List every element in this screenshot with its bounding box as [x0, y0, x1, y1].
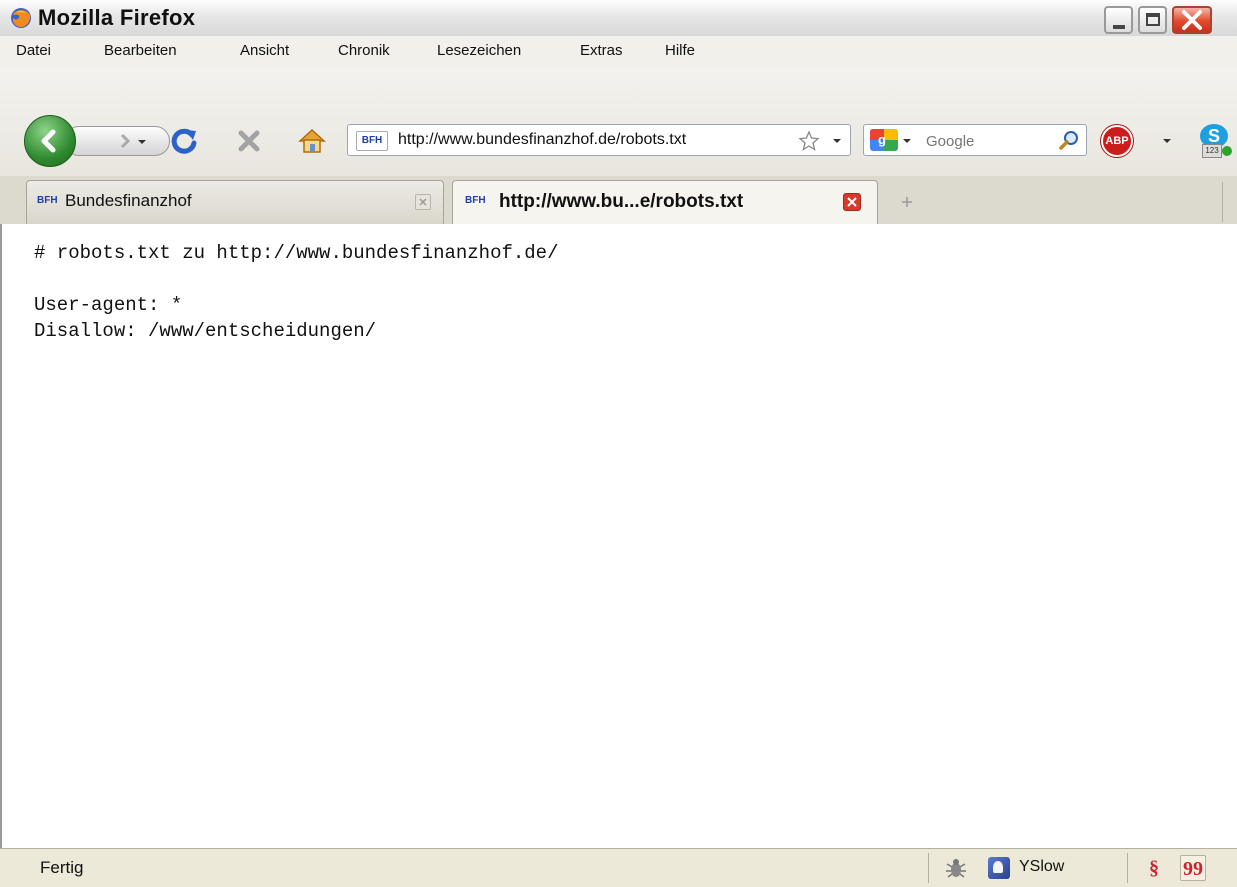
search-engine-dropdown-icon[interactable]	[902, 136, 912, 146]
text-line: # robots.txt zu http://www.bundesfinanzh…	[34, 242, 559, 264]
adblock-dropdown-icon[interactable]	[1162, 136, 1172, 146]
adblock-icon[interactable]: ABP	[1101, 125, 1133, 157]
home-icon[interactable]	[297, 127, 327, 155]
tab-bundesfinanzhof[interactable]: BFH Bundesfinanzhof	[26, 180, 444, 224]
window-title: Mozilla Firefox	[38, 5, 196, 30]
firebug-icon[interactable]	[944, 856, 968, 880]
title-bar[interactable]: Mozilla Firefox	[0, 0, 1237, 37]
skype-icon[interactable]: S 123	[1198, 124, 1232, 158]
search-icon[interactable]	[1058, 129, 1080, 151]
firefox-logo-icon	[11, 8, 31, 28]
bfh-favicon-icon: BFH	[465, 195, 486, 206]
stop-icon[interactable]	[235, 127, 263, 155]
close-icon	[1182, 10, 1202, 30]
menu-lesezeichen[interactable]: Lesezeichen	[437, 42, 521, 59]
tab-label: Bundesfinanzhof	[65, 191, 192, 210]
menu-hilfe[interactable]: Hilfe	[665, 42, 695, 59]
new-tab-icon	[902, 197, 912, 207]
maximize-button[interactable]	[1138, 6, 1167, 34]
status-divider	[1127, 853, 1128, 883]
text-line: Disallow: /www/entscheidungen/	[34, 320, 377, 342]
url-text[interactable]: http://www.bundesfinanzhof.de/robots.txt	[398, 131, 816, 149]
ssl-paragraph-icon[interactable]: §	[1149, 857, 1169, 879]
status-text: Fertig	[40, 858, 84, 877]
bfh-favicon-icon: BFH	[37, 195, 58, 206]
back-forward-group	[24, 115, 170, 167]
close-window-button[interactable]	[1172, 6, 1212, 34]
tab-label: http://www.bu...e/robots.txt	[499, 191, 744, 212]
tab-list-button[interactable]	[1222, 182, 1237, 222]
google-icon[interactable]: g	[870, 129, 898, 151]
navigation-toolbar	[0, 68, 1237, 176]
menu-bearbeiten[interactable]: Bearbeiten	[104, 42, 177, 59]
dropdown-icon[interactable]	[137, 137, 147, 147]
quote-icon[interactable]: 99	[1180, 855, 1206, 881]
new-tab-button[interactable]	[886, 182, 932, 222]
text-line: User-agent: *	[34, 294, 183, 316]
menu-datei[interactable]: Datei	[16, 42, 51, 59]
bfh-favicon-icon: BFH	[356, 131, 388, 151]
forward-icon	[120, 133, 131, 149]
status-divider	[928, 853, 929, 883]
url-dropdown-icon[interactable]	[832, 136, 842, 146]
menu-bar: Datei Bearbeiten Ansicht Chronik Lesezei…	[0, 36, 1237, 69]
yslow-icon[interactable]	[988, 857, 1010, 879]
status-bar: Fertig YSlow § 99	[0, 848, 1237, 887]
minimize-button[interactable]	[1104, 6, 1133, 34]
robots-txt-text: # robots.txt zu http://www.bundesfinanzh…	[34, 240, 559, 344]
forward-button[interactable]	[64, 126, 170, 156]
search-input[interactable]	[924, 130, 1048, 152]
tab-robots-txt[interactable]: BFH http://www.bu...e/robots.txt	[452, 180, 878, 224]
menu-chronik[interactable]: Chronik	[338, 42, 390, 59]
back-icon	[41, 129, 56, 153]
yslow-label[interactable]: YSlow	[1019, 858, 1064, 876]
menu-extras[interactable]: Extras	[580, 42, 623, 59]
page-content: # robots.txt zu http://www.bundesfinanzh…	[0, 224, 1237, 848]
tab-close-icon[interactable]	[843, 193, 861, 211]
back-button[interactable]	[24, 115, 76, 167]
tab-close-icon[interactable]	[415, 194, 431, 210]
bookmark-star-icon[interactable]	[798, 130, 820, 152]
firefox-window: Mozilla Firefox Datei Bearbeiten Ansicht…	[0, 0, 1237, 887]
search-box[interactable]: g	[863, 124, 1087, 156]
reload-icon[interactable]	[170, 126, 200, 156]
url-bar[interactable]: BFH http://www.bundesfinanzhof.de/robots…	[347, 124, 851, 156]
menu-ansicht[interactable]: Ansicht	[240, 42, 289, 59]
